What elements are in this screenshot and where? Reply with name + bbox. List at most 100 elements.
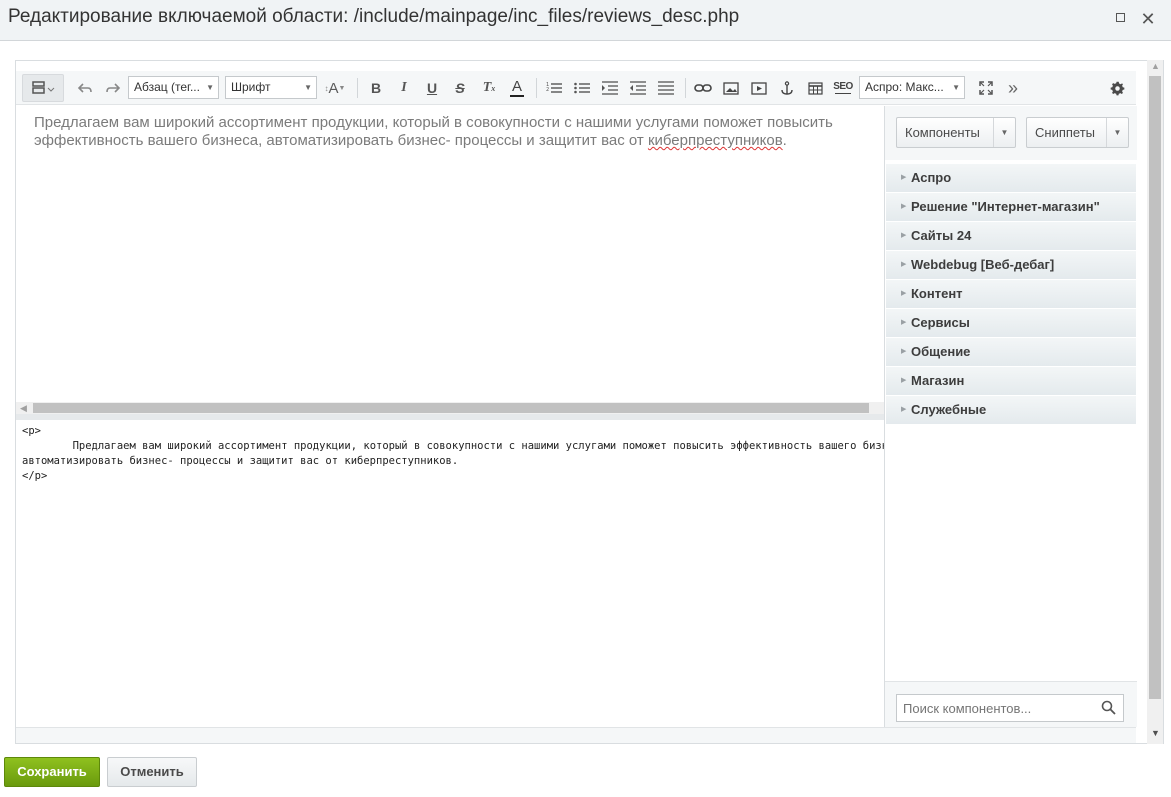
seo-underline — [835, 93, 851, 94]
indent-icon — [602, 81, 618, 95]
settings-button[interactable] — [1106, 76, 1128, 100]
view-mode-button[interactable] — [22, 74, 64, 102]
component-group-list: ▶ Аспро ▶ Решение "Интернет-магазин" ▶ Сайт… — [886, 164, 1136, 425]
source-code-area[interactable]: <p> Предлагаем вам широкий ассортимент п… — [16, 420, 884, 727]
components-button[interactable]: Компоненты ▼ — [896, 117, 1016, 148]
bullet-list-button[interactable] — [571, 76, 593, 100]
component-search-input[interactable] — [896, 694, 1124, 722]
expand-arrow-icon: ▶ — [901, 203, 907, 210]
horizontal-scroll-thumb[interactable] — [33, 403, 869, 413]
clear-format-x-icon: x — [491, 83, 496, 93]
editor-toolbar: Абзац (тег... ▼ Шрифт ▼ ↕ A ▼ B I U S Tx A… — [16, 71, 1136, 105]
expand-arrow-icon: ▶ — [901, 319, 907, 326]
anchor-icon — [781, 80, 793, 95]
clear-format-button[interactable]: Tx — [478, 76, 500, 100]
scroll-up-icon[interactable]: ▲ — [1151, 61, 1160, 71]
font-select[interactable]: Шрифт ▼ — [225, 76, 317, 99]
component-group-item[interactable]: ▶ Сайты 24 — [886, 222, 1136, 250]
font-size-button[interactable]: ↕ A ▼ — [322, 76, 348, 100]
component-group-item[interactable]: ▶ Магазин — [886, 367, 1136, 395]
italic-button[interactable]: I — [394, 76, 414, 100]
save-button[interactable]: Сохранить — [4, 757, 100, 787]
component-group-item[interactable]: ▶ Решение "Интернет-магазин" — [886, 193, 1136, 221]
component-group-item[interactable]: ▶ Контент — [886, 280, 1136, 308]
font-size-label: A — [328, 79, 339, 97]
expand-arrow-icon: ▶ — [901, 232, 907, 239]
link-icon — [694, 84, 712, 92]
insert-link-button[interactable] — [692, 76, 714, 100]
horizontal-scrollbar[interactable]: ◀ — [16, 402, 884, 414]
component-group-label: Магазин — [911, 373, 965, 388]
outdent-button[interactable] — [627, 76, 649, 100]
paragraph-style-value: Абзац (тег... — [134, 80, 200, 94]
toolbar-divider — [685, 78, 686, 98]
insert-video-button[interactable] — [748, 76, 770, 100]
bold-button[interactable]: B — [366, 76, 386, 100]
editor-paragraph[interactable]: Предлагаем вам широкий ассортимент проду… — [34, 114, 914, 150]
insert-anchor-button[interactable] — [776, 76, 798, 100]
outdent-icon — [630, 81, 646, 95]
code-line: Предлагаем вам широкий ассортимент проду… — [22, 440, 884, 452]
component-group-item[interactable]: ▶ Общение — [886, 338, 1136, 366]
cancel-button[interactable]: Отменить — [107, 757, 197, 787]
close-icon: ✕ — [1140, 9, 1156, 29]
fullscreen-button[interactable] — [975, 76, 997, 100]
component-group-label: Контент — [911, 286, 963, 301]
scroll-left-icon[interactable]: ◀ — [20, 403, 27, 414]
toolbar-divider — [357, 78, 358, 98]
maximize-button[interactable] — [1110, 9, 1130, 29]
insert-image-button[interactable] — [720, 76, 742, 100]
vertical-scroll-thumb[interactable] — [1149, 76, 1161, 699]
align-justify-icon — [658, 81, 674, 95]
template-value: Аспро: Макс... — [865, 80, 944, 94]
component-group-item[interactable]: ▶ Аспро — [886, 164, 1136, 192]
expand-arrow-icon: ▶ — [901, 290, 907, 297]
maximize-icon — [1115, 13, 1125, 23]
seo-button[interactable]: SEO — [831, 76, 855, 100]
snippets-button[interactable]: Сниппеты ▼ — [1026, 117, 1129, 148]
ordered-list-icon: 12 — [546, 82, 562, 93]
table-icon — [807, 81, 823, 95]
scroll-down-icon[interactable]: ▼ — [1151, 728, 1160, 738]
component-group-item[interactable]: ▶ Webdebug [Веб-дебаг] — [886, 251, 1136, 279]
template-select[interactable]: Аспро: Макс... ▼ — [859, 76, 965, 99]
redo-button[interactable] — [102, 76, 124, 100]
snippets-button-label: Сниппеты — [1035, 125, 1096, 140]
component-group-label: Служебные — [911, 402, 987, 417]
chevron-down-icon[interactable]: ▼ — [1106, 118, 1128, 147]
component-group-label: Решение "Интернет-магазин" — [911, 199, 1100, 214]
vertical-scrollbar[interactable]: ▲ ▼ — [1147, 60, 1163, 744]
misspelled-word: киберпреступников — [647, 132, 783, 149]
more-tools-button[interactable]: » — [1002, 76, 1024, 100]
close-button[interactable]: ✕ — [1138, 9, 1158, 29]
paragraph-style-select[interactable]: Абзац (тег... ▼ — [128, 76, 219, 99]
wysiwyg-area[interactable]: Предлагаем вам широкий ассортимент проду… — [16, 106, 884, 402]
component-group-item[interactable]: ▶ Сервисы — [886, 309, 1136, 337]
chevron-down-icon: ▼ — [338, 84, 346, 92]
undo-button[interactable] — [74, 76, 96, 100]
component-search-bar — [885, 681, 1137, 727]
ordered-list-button[interactable]: 12 — [543, 76, 565, 100]
code-line: </p> — [22, 470, 48, 482]
align-button[interactable] — [655, 76, 677, 100]
clear-format-label: T — [482, 80, 492, 95]
underline-button[interactable]: U — [422, 76, 442, 100]
components-panel-header: Компоненты ▼ Сниппеты ▼ — [885, 106, 1137, 160]
component-group-label: Общение — [911, 344, 971, 359]
chevron-down-icon[interactable]: ▼ — [993, 118, 1015, 147]
expand-arrow-icon: ▶ — [901, 174, 907, 181]
insert-table-button[interactable] — [804, 76, 826, 100]
gear-icon — [1110, 81, 1124, 95]
expand-arrow-icon: ▶ — [901, 348, 907, 355]
search-icon[interactable] — [1101, 700, 1116, 715]
strikethrough-button[interactable]: S — [450, 76, 470, 100]
view-mode-icon — [32, 81, 55, 94]
components-panel: Компоненты ▼ Сниппеты ▼ ▶ Аспро ▶ Решение … — [884, 106, 1137, 727]
component-group-item[interactable]: ▶ Служебные — [886, 396, 1136, 424]
undo-icon — [77, 83, 92, 93]
font-color-label: A — [511, 77, 522, 95]
chevron-down-icon: ▼ — [952, 83, 960, 92]
indent-button[interactable] — [599, 76, 621, 100]
font-color-button[interactable]: A — [506, 76, 528, 100]
component-group-label: Webdebug [Веб-дебаг] — [911, 257, 1055, 272]
